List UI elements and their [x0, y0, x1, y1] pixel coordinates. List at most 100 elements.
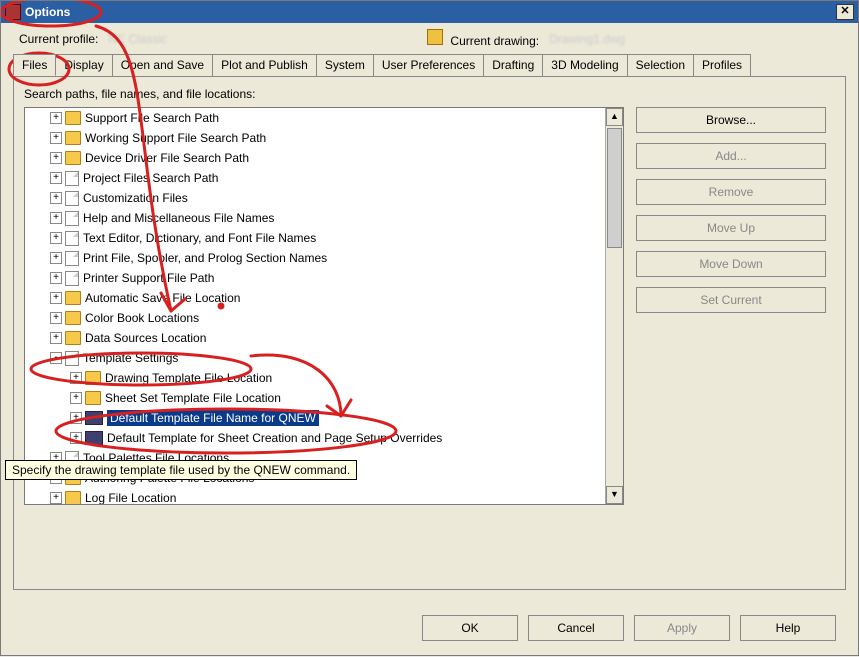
expand-icon[interactable]: +	[50, 332, 62, 344]
tree-row[interactable]: + Device Driver File Search Path	[25, 148, 605, 168]
tree-row[interactable]: +Print File, Spooler, and Prolog Section…	[25, 248, 605, 268]
collapse-icon[interactable]: -	[50, 352, 62, 364]
tab-profiles[interactable]: Profiles	[693, 54, 751, 76]
profile-row: Current profile: NE Classic Current draw…	[1, 23, 858, 54]
tree-row[interactable]: + Customization Files	[25, 188, 605, 208]
tree-row[interactable]: + Data Sources Location	[25, 328, 605, 348]
tab-files[interactable]: Files	[13, 54, 56, 76]
expand-icon[interactable]: +	[50, 152, 62, 164]
folder-icon	[65, 331, 81, 345]
tree-row[interactable]: + Automatic Save File Location	[25, 288, 605, 308]
cancel-button[interactable]: Cancel	[528, 615, 624, 641]
move-down-button[interactable]: Move Down	[636, 251, 826, 277]
tree-row[interactable]: + Log File Location	[25, 488, 605, 504]
apply-button[interactable]: Apply	[634, 615, 730, 641]
folder-icon	[65, 311, 81, 325]
expand-icon[interactable]: +	[70, 432, 82, 444]
section-label: Search paths, file names, and file locat…	[24, 87, 835, 101]
current-profile-value: NE Classic	[108, 32, 167, 46]
expand-icon[interactable]: +	[50, 172, 62, 184]
scroll-thumb[interactable]	[607, 128, 622, 248]
tree-label: Automatic Save File Location	[85, 291, 240, 305]
current-drawing-label-text: Current drawing:	[450, 34, 539, 48]
tree-label: Data Sources Location	[85, 331, 206, 345]
tree-row[interactable]: + Color Book Locations	[25, 308, 605, 328]
tree-row[interactable]: - Template Settings	[25, 348, 605, 368]
tree-row[interactable]: + Sheet Set Template File Location	[25, 388, 605, 408]
dwg-icon	[85, 411, 103, 425]
button-column: Browse... Add... Remove Move Up Move Dow…	[636, 107, 826, 505]
tab-drafting[interactable]: Drafting	[483, 54, 543, 76]
tree-row[interactable]: + Default Template for Sheet Creation and…	[25, 428, 605, 448]
tree-label: Device Driver File Search Path	[85, 151, 249, 165]
expand-icon[interactable]: +	[50, 292, 62, 304]
scroll-down-button[interactable]: ▼	[606, 486, 623, 504]
folder-icon	[85, 371, 101, 385]
expand-icon[interactable]: +	[50, 132, 62, 144]
tree-label: Customization Files	[83, 191, 188, 205]
remove-button[interactable]: Remove	[636, 179, 826, 205]
ok-button[interactable]: OK	[422, 615, 518, 641]
page-icon	[65, 191, 79, 206]
tooltip: Specify the drawing template file used b…	[5, 460, 357, 480]
expand-icon[interactable]: +	[70, 392, 82, 404]
tree-label: Template Settings	[83, 351, 178, 365]
tree-label: Default Template for Sheet Creation and …	[107, 431, 442, 445]
tree-row[interactable]: +Drawing Template File Location	[25, 368, 605, 388]
expand-icon[interactable]: +	[50, 112, 62, 124]
expand-icon[interactable]: +	[50, 492, 62, 504]
browse-button[interactable]: Browse...	[636, 107, 826, 133]
tree-label: Project Files Search Path	[83, 171, 218, 185]
scroll-up-button[interactable]: ▲	[606, 108, 623, 126]
expand-icon[interactable]: +	[70, 372, 82, 384]
tree-row[interactable]: +Text Editor, Dictionary, and Font File …	[25, 228, 605, 248]
expand-icon[interactable]: +	[50, 232, 62, 244]
titlebar[interactable]: Options ✕	[1, 1, 858, 23]
tab-display[interactable]: Display	[55, 54, 112, 76]
current-drawing-value: Drawing1.dwg	[549, 32, 625, 46]
page-icon	[65, 271, 79, 286]
tab-system[interactable]: System	[316, 54, 374, 76]
expand-icon[interactable]: +	[50, 192, 62, 204]
tree-label: Color Book Locations	[85, 311, 199, 325]
tree-row[interactable]: + Project Files Search Path	[25, 168, 605, 188]
current-drawing-label: Current drawing:	[427, 29, 539, 48]
folder-icon	[65, 131, 81, 145]
tree-view[interactable]: +Support File Search Path+Working Suppor…	[24, 107, 624, 505]
dwg-icon	[85, 431, 103, 445]
tree-label: Default Template File Name for QNEW	[107, 410, 319, 426]
tree-row[interactable]: +Printer Support File Path	[25, 268, 605, 288]
tab-plot-and-publish[interactable]: Plot and Publish	[212, 54, 317, 76]
current-profile-label: Current profile:	[19, 32, 98, 46]
tab-user-preferences[interactable]: User Preferences	[373, 54, 484, 76]
expand-icon[interactable]: +	[70, 412, 82, 424]
page-icon	[65, 211, 79, 226]
move-up-button[interactable]: Move Up	[636, 215, 826, 241]
dialog-buttons: OK Cancel Apply Help	[422, 615, 836, 641]
folder-icon	[65, 491, 81, 504]
tab-strip: FilesDisplayOpen and SavePlot and Publis…	[1, 54, 858, 76]
add-button[interactable]: Add...	[636, 143, 826, 169]
tree-row[interactable]: +Support File Search Path	[25, 108, 605, 128]
tree-row[interactable]: + Help and Miscellaneous File Names	[25, 208, 605, 228]
tab-selection[interactable]: Selection	[627, 54, 694, 76]
tree-row[interactable]: + Working Support File Search Path	[25, 128, 605, 148]
expand-icon[interactable]: +	[50, 312, 62, 324]
help-button[interactable]: Help	[740, 615, 836, 641]
close-icon[interactable]: ✕	[836, 4, 854, 20]
expand-icon[interactable]: +	[50, 252, 62, 264]
set-current-button[interactable]: Set Current	[636, 287, 826, 313]
tree-label: Working Support File Search Path	[85, 131, 266, 145]
folder-icon	[65, 151, 81, 165]
files-panel: Search paths, file names, and file locat…	[13, 76, 846, 590]
vertical-scrollbar[interactable]: ▲ ▼	[605, 108, 623, 504]
tab-open-and-save[interactable]: Open and Save	[112, 54, 213, 76]
page-icon	[65, 171, 79, 186]
tab-3d-modeling[interactable]: 3D Modeling	[542, 54, 627, 76]
expand-icon[interactable]: +	[50, 212, 62, 224]
tree-label: Log File Location	[85, 491, 176, 504]
tree-label: Help and Miscellaneous File Names	[83, 211, 274, 225]
tree-label: Sheet Set Template File Location	[105, 391, 281, 405]
expand-icon[interactable]: +	[50, 272, 62, 284]
tree-row[interactable]: + Default Template File Name for QNEW	[25, 408, 605, 428]
